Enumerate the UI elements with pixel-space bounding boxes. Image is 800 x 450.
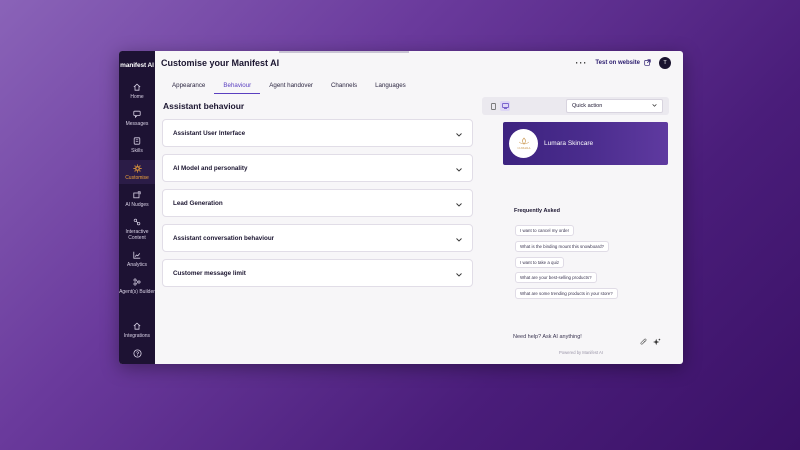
- accordion-message-limit[interactable]: Customer message limit: [162, 259, 473, 287]
- store-name: Lumara Skincare: [544, 140, 594, 147]
- faq-chip[interactable]: What are your best-selling products?: [515, 272, 597, 283]
- accordion-conversation-behaviour[interactable]: Assistant conversation behaviour: [162, 224, 473, 252]
- header: Customise your Manifest AI ··· Test on w…: [155, 51, 683, 75]
- external-link-icon: [644, 58, 651, 68]
- sidebar: manifest AI Home Messages Skills Customi…: [119, 51, 155, 364]
- customise-icon: [132, 163, 142, 173]
- sidebar-item-messages[interactable]: Messages: [119, 106, 155, 130]
- analytics-icon: [132, 250, 142, 260]
- preview-toolbar: Quick action: [482, 97, 669, 115]
- sidebar-item-analytics[interactable]: Analytics: [119, 247, 155, 271]
- header-actions: ··· Test on website T: [575, 57, 671, 69]
- avatar[interactable]: T: [659, 57, 671, 69]
- sidebar-item-label: Analytics: [126, 262, 147, 268]
- loading-bar: [279, 51, 409, 53]
- brand-logo: manifest AI: [120, 62, 154, 69]
- home-icon: [132, 82, 142, 92]
- accordion-label: Lead Generation: [173, 199, 223, 207]
- tab-agent-handover[interactable]: Agent handover: [260, 82, 322, 94]
- accordion-ai-model[interactable]: AI Model and personality: [162, 154, 473, 182]
- desktop-view-icon[interactable]: [500, 101, 510, 111]
- messages-icon: [132, 109, 142, 119]
- tab-channels[interactable]: Channels: [322, 82, 366, 94]
- chat-input[interactable]: Need help? Ask AI anything!: [513, 334, 582, 340]
- chat-preview: Quick action LUMARA Lumara Skincare Freq…: [482, 97, 669, 362]
- more-options-icon[interactable]: ···: [575, 58, 587, 68]
- mode-select-value: Quick action: [572, 103, 603, 109]
- chevron-down-icon: [456, 159, 462, 177]
- sparkle-icon[interactable]: [653, 333, 661, 351]
- store-logo-text: LUMARA: [517, 146, 531, 150]
- faq-chip[interactable]: I want to take a quiz: [515, 257, 565, 268]
- mobile-view-icon[interactable]: [488, 101, 498, 111]
- interactive-icon: [132, 217, 142, 227]
- page-title: Customise your Manifest AI: [161, 58, 280, 68]
- sidebar-item-label: Interactive Content: [125, 229, 149, 241]
- sidebar-item-label: Agent(s) Builder: [119, 289, 155, 295]
- attachment-icon[interactable]: [640, 333, 647, 351]
- sidebar-item-ai-nudges[interactable]: AI Nudges: [119, 187, 155, 211]
- sidebar-item-label: Skills: [131, 148, 143, 154]
- tab-behaviour[interactable]: Behaviour: [214, 82, 261, 94]
- accordion-label: AI Model and personality: [173, 164, 248, 172]
- test-link-label: Test on website: [595, 60, 640, 66]
- chevron-down-icon: [456, 194, 462, 212]
- chevron-down-icon: [456, 124, 462, 142]
- main-panel: Customise your Manifest AI ··· Test on w…: [155, 51, 683, 364]
- accordion-assistant-ui[interactable]: Assistant User Interface: [162, 119, 473, 147]
- help-icon[interactable]: [132, 348, 142, 358]
- powered-by: Powered by Manifest AI: [559, 350, 603, 355]
- tab-languages[interactable]: Languages: [366, 82, 415, 94]
- sidebar-item-skills[interactable]: Skills: [119, 133, 155, 157]
- sidebar-item-home[interactable]: Home: [119, 79, 155, 103]
- app-window: manifest AI Home Messages Skills Customi…: [119, 51, 683, 364]
- agent-builder-icon: [132, 277, 142, 287]
- sidebar-item-agent-builder[interactable]: Agent(s) Builder: [119, 274, 155, 298]
- faq-title: Frequently Asked: [514, 208, 560, 214]
- store-banner: LUMARA Lumara Skincare: [503, 122, 668, 165]
- sidebar-item-customise[interactable]: Customise: [119, 160, 155, 184]
- chevron-down-icon: [456, 229, 462, 247]
- sidebar-item-label: Messages: [125, 121, 149, 127]
- accordion-label: Assistant User Interface: [173, 129, 246, 137]
- mode-select[interactable]: Quick action: [566, 99, 663, 113]
- tab-appearance[interactable]: Appearance: [163, 82, 214, 94]
- section-title: Assistant behaviour: [163, 101, 245, 111]
- tab-bar: Appearance Behaviour Agent handover Chan…: [155, 75, 683, 94]
- test-on-website-link[interactable]: Test on website: [595, 58, 651, 68]
- sidebar-item-label: Customise: [125, 175, 149, 181]
- sidebar-item-integrations[interactable]: Integrations: [119, 318, 155, 342]
- store-logo: LUMARA: [509, 129, 538, 158]
- sidebar-bottom: Integrations: [119, 318, 155, 358]
- nudge-icon: [132, 190, 142, 200]
- sidebar-item-interactive-content[interactable]: Interactive Content: [119, 214, 155, 244]
- accordion-lead-generation[interactable]: Lead Generation: [162, 189, 473, 217]
- sidebar-item-label: Integrations: [123, 333, 151, 339]
- chevron-down-icon: [456, 264, 462, 282]
- sidebar-item-label: Home: [130, 94, 144, 100]
- faq-chip[interactable]: What are some trending products in your …: [515, 288, 618, 299]
- accordion-label: Customer message limit: [173, 269, 246, 277]
- integrations-icon: [132, 321, 142, 331]
- accordion-label: Assistant conversation behaviour: [173, 234, 275, 242]
- skills-icon: [132, 136, 142, 146]
- faq-chip[interactable]: What is the binding mount this snowboard…: [515, 241, 609, 252]
- faq-chip[interactable]: I want to cancel my order: [515, 225, 575, 236]
- sidebar-item-label: AI Nudges: [125, 202, 149, 208]
- chevron-down-icon: [652, 103, 657, 109]
